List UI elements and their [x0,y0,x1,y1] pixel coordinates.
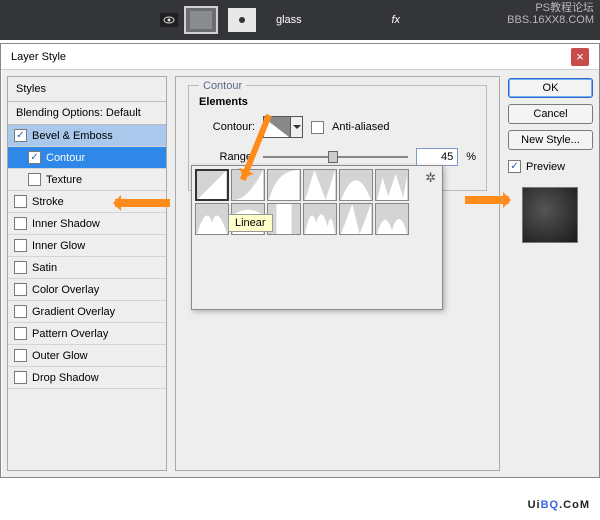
close-button[interactable]: × [571,48,589,66]
style-checkbox[interactable] [14,371,27,384]
style-checkbox[interactable] [14,349,27,362]
style-label: Stroke [32,196,64,208]
style-checkbox[interactable] [14,261,27,274]
style-item-texture[interactable]: Texture [8,169,166,191]
watermark: PS教程论坛 BBS.16XX8.COM [507,2,594,26]
style-label: Inner Shadow [32,218,100,230]
style-checkbox[interactable] [28,173,41,186]
style-checkbox[interactable] [14,327,27,340]
contour-dropdown-button[interactable] [291,116,303,138]
dialog-buttons: OK Cancel New Style... Preview [508,76,593,471]
style-item-satin[interactable]: Satin [8,257,166,279]
style-checkbox[interactable] [28,151,41,164]
style-item-outer-glow[interactable]: Outer Glow [8,345,166,367]
preview-label[interactable]: Preview [526,161,565,173]
contour-picker-popup: ✲ Linear [191,165,443,310]
contour-preset[interactable] [375,169,409,201]
style-item-contour[interactable]: Contour [8,147,166,169]
popup-menu-gear-icon[interactable]: ✲ [425,170,436,186]
style-checkbox[interactable] [14,283,27,296]
antialiased-label[interactable]: Anti-aliased [332,121,389,133]
style-label: Drop Shadow [32,372,99,384]
style-item-inner-glow[interactable]: Inner Glow [8,235,166,257]
contour-preset[interactable] [339,169,373,201]
watermark-logo: UiBQ.CoM [528,488,590,514]
layer-style-dialog: Layer Style × Styles Blending Options: D… [0,43,600,478]
contour-settings-panel: Contour Elements Contour: Anti-aliased R… [175,76,500,471]
style-item-stroke[interactable]: Stroke [8,191,166,213]
style-item-color-overlay[interactable]: Color Overlay [8,279,166,301]
dialog-titlebar: Layer Style × [1,44,599,70]
style-label: Outer Glow [32,350,88,362]
preview-swatch [522,187,578,243]
range-slider[interactable] [263,148,408,166]
layer-mask-thumbnail[interactable] [228,8,256,32]
style-checkbox[interactable] [14,129,27,142]
contour-preset[interactable] [195,169,229,201]
style-label: Gradient Overlay [32,306,115,318]
range-input[interactable]: 45 [416,148,458,166]
contour-preset[interactable] [267,169,301,201]
style-label: Color Overlay [32,284,99,296]
style-checkbox[interactable] [14,195,27,208]
style-label: Texture [46,174,82,186]
style-checkbox[interactable] [14,239,27,252]
contour-preset[interactable] [375,203,409,235]
style-item-pattern-overlay[interactable]: Pattern Overlay [8,323,166,345]
style-label: Bevel & Emboss [32,130,113,142]
style-item-inner-shadow[interactable]: Inner Shadow [8,213,166,235]
ok-button[interactable]: OK [508,78,593,98]
style-checkbox[interactable] [14,217,27,230]
style-checkbox[interactable] [14,305,27,318]
contour-label: Contour: [199,121,255,133]
style-label: Inner Glow [32,240,85,252]
style-label: Contour [46,152,85,164]
style-label: Satin [32,262,57,274]
contour-preset[interactable] [339,203,373,235]
style-item-drop-shadow[interactable]: Drop Shadow [8,367,166,389]
styles-header[interactable]: Styles [8,77,166,102]
style-label: Pattern Overlay [32,328,108,340]
range-unit: % [466,151,476,163]
blending-options[interactable]: Blending Options: Default [8,102,166,125]
group-title: Contour [199,80,246,92]
contour-preset[interactable] [303,169,337,201]
contour-preset[interactable] [195,203,229,235]
preview-checkbox[interactable] [508,160,521,173]
style-item-gradient-overlay[interactable]: Gradient Overlay [8,301,166,323]
layer-name[interactable]: glass [276,14,302,26]
new-style-button[interactable]: New Style... [508,130,593,150]
style-item-bevel-emboss[interactable]: Bevel & Emboss [8,125,166,147]
dialog-title-text: Layer Style [11,51,66,63]
styles-list: Styles Blending Options: Default Bevel &… [7,76,167,471]
fx-badge[interactable]: fx [391,14,400,26]
elements-label: Elements [199,96,476,108]
contour-preset[interactable] [303,203,337,235]
antialiased-checkbox[interactable] [311,121,324,134]
layer-thumbnail[interactable] [184,6,218,34]
contour-tooltip: Linear [228,214,273,232]
cancel-button[interactable]: Cancel [508,104,593,124]
visibility-icon[interactable] [160,13,178,27]
